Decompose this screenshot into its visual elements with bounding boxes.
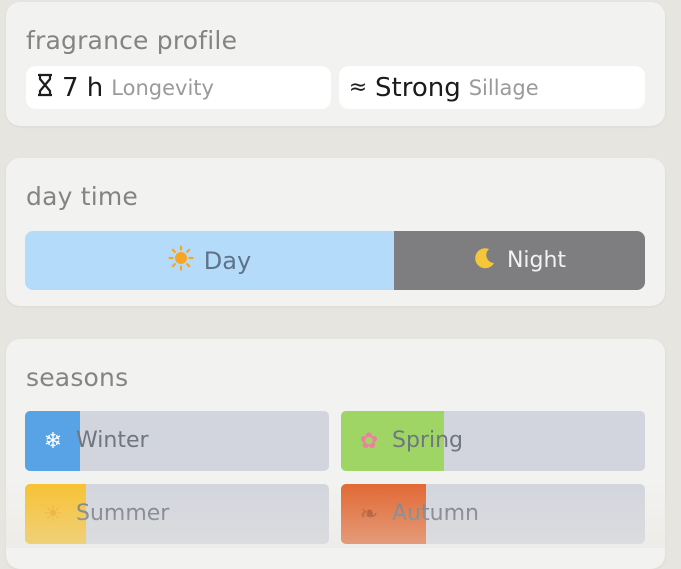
moon-icon [473,246,497,276]
sillage-label: Sillage [468,75,539,100]
season-label-summer: Summer [76,501,170,526]
day-night-bar: Day Night [25,231,645,290]
season-bar-winter[interactable]: ❄ Winter [25,411,329,471]
season-label-autumn: Autumn [392,501,479,526]
snowflake-icon: ❄ [43,428,63,453]
fragrance-profile-card: fragrance profile 7 h Longevity ≈ Strong… [6,2,665,126]
seasons-card: seasons ❄ Winter ✿ Spring ☀ Summer ❧ Aut… [6,339,665,569]
season-label-winter: Winter [76,428,149,453]
waves-icon: ≈ [348,75,368,100]
night-label: Night [506,248,567,273]
day-time-title: day time [26,182,139,211]
longevity-value: 7 h [62,72,104,103]
sun-icon: ☀ [43,501,63,526]
leaf-icon: ❧ [359,501,379,526]
day-label: Day [203,246,252,275]
season-label-spring: Spring [392,428,463,453]
blossom-icon: ✿ [359,428,379,453]
season-bar-spring[interactable]: ✿ Spring [341,411,645,471]
fragrance-profile-title: fragrance profile [26,26,238,55]
sun-icon [168,244,194,277]
season-bar-summer[interactable]: ☀ Summer [25,484,329,544]
season-bar-autumn[interactable]: ❧ Autumn [341,484,645,544]
sillage-stat: ≈ Strong Sillage [339,66,645,109]
longevity-label: Longevity [111,75,214,100]
night-segment[interactable]: Night [394,231,645,290]
sillage-value: Strong [375,72,461,103]
longevity-stat: 7 h Longevity [26,66,331,109]
hourglass-icon [30,73,60,103]
day-segment[interactable]: Day [25,231,394,290]
seasons-title: seasons [26,363,129,392]
day-time-card: day time Day Night [6,158,665,306]
